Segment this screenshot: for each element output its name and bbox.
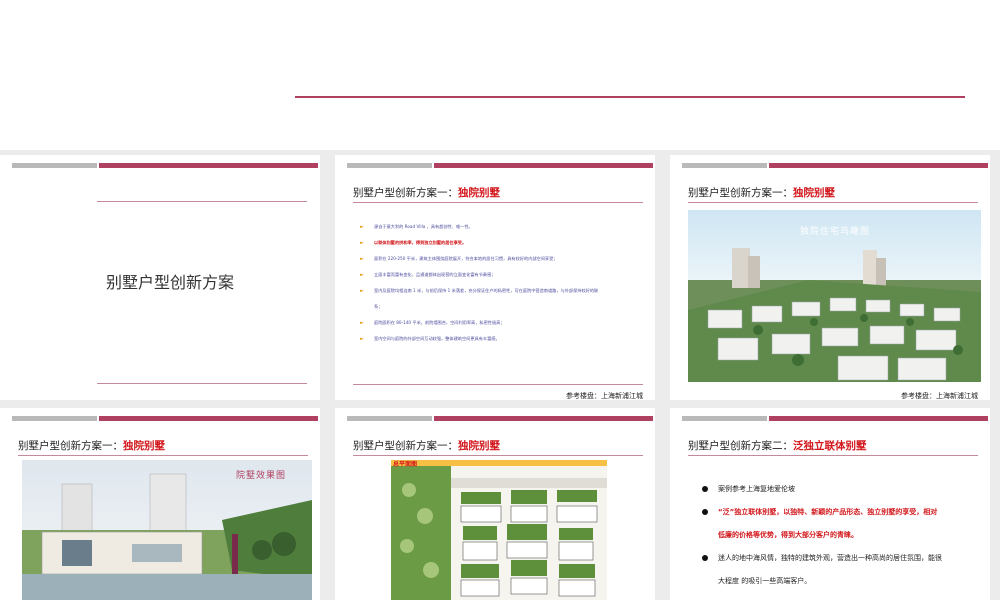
bullet-item: ► 面积在 220-250 平米，建筑主体围绕庭院展开，符合本地的居住习惯，具有较…: [360, 251, 648, 267]
bullet-text: 立面丰富而富有变化，且通道都体出现营的立面变化富有节奏感；: [374, 272, 496, 277]
bullet-text: “泛”独立联体别墅，以独特、新颖的产品形态、独立别墅的享受，相对: [718, 508, 938, 516]
top-divider: [295, 96, 965, 98]
bullet-item: ► 源自于意大利的 Road Villa ，具有超创性、唯一性。: [360, 219, 648, 235]
bullet-item: “泛”独立联体别墅，以独特、新颖的产品形态、独立别墅的享受，相对: [702, 501, 983, 524]
slide-title: 别墅户型创新方案一：独院别墅: [688, 187, 835, 199]
title-underline: [688, 202, 978, 203]
slide-thumbnail-1[interactable]: 别墅户型创新方案: [0, 155, 320, 400]
bullet-text: 室内及庭院均相连南 1 米，与前后保持 1 米落差，充分保证住户的私密性，可在庭…: [374, 288, 599, 293]
bullet-arrow-icon: ►: [360, 224, 364, 230]
bullet-item: ► 以联体别墅的拼和率，得到独立别墅的居住享受。: [360, 235, 648, 251]
bullet-item: ► 室内空间与庭院的外部空间互动较强，整体建筑空间更具有丰富感。: [360, 331, 648, 347]
bullet-arrow-icon: ►: [360, 288, 364, 294]
reference-line: [353, 384, 643, 385]
title-underline: [18, 455, 308, 456]
aerial-view-image: 独院住宅鸟瞰图: [688, 210, 981, 382]
bullet-item: 系；: [363, 299, 648, 315]
slide-header-bar: [12, 416, 318, 421]
title-underline: [353, 202, 643, 203]
bullet-text: 系；: [374, 304, 383, 309]
slide-header-bar: [682, 163, 988, 168]
slide-title: 别墅户型创新方案一：独院别墅: [353, 187, 500, 199]
slide-header-bar: [347, 163, 653, 168]
bullet-dot-icon: [702, 486, 708, 492]
title-underline: [688, 455, 978, 456]
bullet-list: 案例参考上海复地爱伦坡 “泛”独立联体别墅，以独特、新颖的产品形态、独立别墅的享受…: [702, 478, 983, 600]
bullet-item: ► 庭院面积在 80-140 平米，前院墙围合，空间利用率高，私密性极高；: [360, 315, 648, 331]
bullet-item: 大程度 的吸引一些高端客户。: [708, 570, 983, 593]
bullet-item: 迷人的地中海风情，独特的建筑外观，营造出一种高尚的居住氛围，能很: [702, 547, 983, 570]
slide-thumbnail-2[interactable]: 别墅户型创新方案一：独院别墅 ► 源自于意大利的 Road Villa ，具有超创…: [335, 155, 655, 400]
cover-top-line: [97, 201, 307, 202]
slide-thumbnail-6[interactable]: 别墅户型创新方案二：泛独立联体别墅 案例参考上海复地爱伦坡 “泛”独立联体别墅，以…: [670, 408, 990, 600]
bullet-item: 社区内丰富的绿化景观，营造了自然的居住环境。: [708, 593, 983, 600]
bullet-item: ► 室内及庭院均相连南 1 米，与前后保持 1 米落差，充分保证住户的私密性，可在…: [360, 283, 648, 299]
bullet-text: 案例参考上海复地爱伦坡: [718, 485, 795, 493]
bullet-text: 以联体别墅的拼和率，得到独立别墅的居住享受。: [374, 240, 467, 245]
slide-title: 别墅户型创新方案一：独院别墅: [353, 440, 500, 452]
slide-thumbnail-5[interactable]: 别墅户型创新方案一：独院别墅 总平面图: [335, 408, 655, 600]
bullet-text: 大程度 的吸引一些高端客户。: [718, 577, 812, 585]
bullet-dot-icon: [702, 509, 708, 515]
bullet-text: 迷人的地中海风情，独特的建筑外观，营造出一种高尚的居住氛围，能很: [718, 554, 942, 562]
slide-thumbnail-3[interactable]: 别墅户型创新方案一：独院别墅 独院住宅鸟瞰图 参考楼盘：上海新浦江城: [670, 155, 990, 400]
bullet-arrow-icon: ►: [360, 256, 364, 262]
slide-header-bar: [682, 416, 988, 421]
image-caption: 独院住宅鸟瞰图: [800, 227, 871, 237]
bullet-item: 低廉的价格等优势，得到大部分客户的青睐。: [708, 524, 983, 547]
bullet-text: 室内空间与庭院的外部空间互动较强，整体建筑空间更具有丰富感。: [374, 336, 500, 341]
image-caption: 总平面图: [393, 461, 418, 468]
bullet-arrow-icon: ►: [360, 240, 364, 246]
bullet-arrow-icon: ►: [360, 272, 364, 278]
bullet-item: 案例参考上海复地爱伦坡: [702, 478, 983, 501]
image-caption: 院墅效果图: [236, 471, 287, 481]
reference-text: 参考楼盘：上海新浦江城: [566, 392, 643, 400]
cover-title: 别墅户型创新方案: [106, 273, 235, 292]
bullet-text: 社区内丰富的绿化景观，营造了自然的居住环境。: [718, 593, 872, 600]
site-plan-image: 总平面图: [391, 460, 607, 600]
top-panel: [0, 0, 1000, 150]
slide-header-bar: [12, 163, 318, 168]
bullet-text: 低廉的价格等优势，得到大部分客户的青睐。: [718, 531, 858, 539]
cover-bottom-line: [97, 383, 307, 384]
bullet-text: 面积在 220-250 平米，建筑主体围绕庭院展开，符合本地的居住习惯，具有较好…: [374, 256, 558, 261]
bullet-text: 庭院面积在 80-140 平米，前院墙围合，空间利用率高，私密性极高；: [374, 320, 505, 325]
slide-thumbnail-4[interactable]: 别墅户型创新方案一：独院别墅 院墅效果图: [0, 408, 320, 600]
bullet-arrow-icon: ►: [360, 320, 364, 326]
bullet-dot-icon: [702, 555, 708, 561]
slide-header-bar: [347, 416, 653, 421]
bullet-list: ► 源自于意大利的 Road Villa ，具有超创性、唯一性。 ► 以联体别墅的拼和…: [360, 219, 648, 347]
title-underline: [353, 455, 643, 456]
reference-text: 参考楼盘：上海新浦江城: [901, 392, 978, 400]
villa-rendering-image: 院墅效果图: [22, 460, 312, 600]
slide-title: 别墅户型创新方案一：独院别墅: [18, 440, 165, 452]
bullet-item: ► 立面丰富而富有变化，且通道都体出现营的立面变化富有节奏感；: [360, 267, 648, 283]
bullet-arrow-icon: ►: [360, 336, 364, 342]
bullet-text: 源自于意大利的 Road Villa ，具有超创性、唯一性。: [374, 224, 473, 229]
slide-title: 别墅户型创新方案二：泛独立联体别墅: [688, 440, 867, 452]
